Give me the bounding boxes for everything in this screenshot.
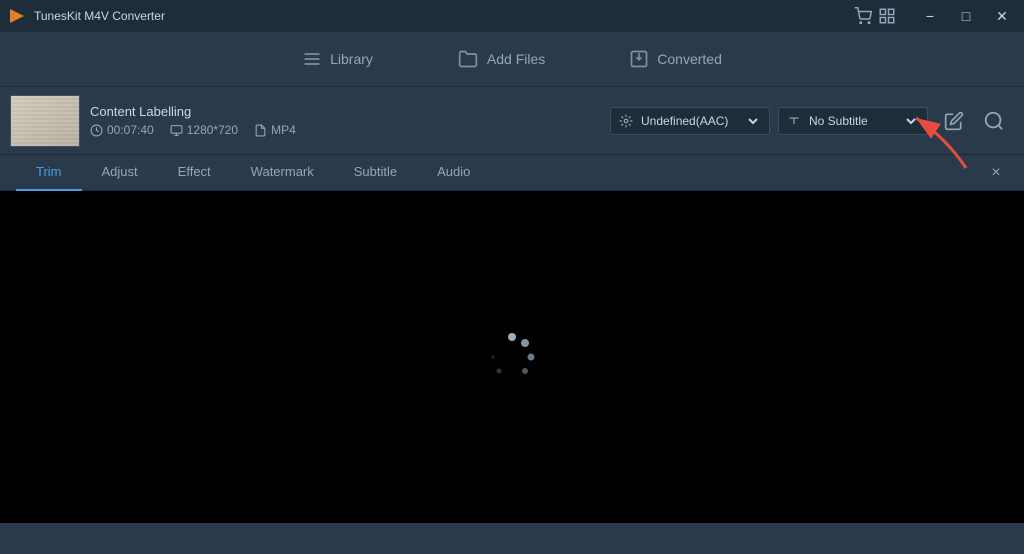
file-format: MP4: [254, 123, 296, 137]
tab-audio[interactable]: Audio: [417, 155, 490, 191]
search-icon: [983, 110, 1005, 132]
subtitle-select-wrapper[interactable]: No Subtitle: [778, 107, 928, 135]
maximize-button[interactable]: □: [952, 5, 980, 27]
tab-effect[interactable]: Effect: [158, 155, 231, 191]
clock-icon: [90, 124, 103, 137]
subtitle-dropdown[interactable]: No Subtitle: [805, 113, 919, 129]
tab-adjust[interactable]: Adjust: [82, 155, 158, 191]
app-logo-icon: [8, 7, 26, 25]
converted-icon: [629, 49, 649, 69]
video-thumbnail: [10, 95, 80, 147]
close-button[interactable]: ✕: [988, 5, 1016, 27]
file-name: Content Labelling: [90, 104, 600, 119]
tab-subtitle[interactable]: Subtitle: [334, 155, 417, 191]
file-settings: Undefined(AAC) No Subtitle: [610, 107, 928, 135]
title-bar: TunesKit M4V Converter − □ ✕: [0, 0, 1024, 32]
tabs: Trim Adjust Effect Watermark Subtitle Au…: [16, 155, 490, 191]
audio-icon: [619, 114, 633, 128]
edit-panel-header: Trim Adjust Effect Watermark Subtitle Au…: [0, 155, 1024, 191]
tab-trim[interactable]: Trim: [16, 155, 82, 191]
folder-icon: [457, 49, 479, 69]
nav-add-files-label: Add Files: [487, 51, 545, 67]
grid-icon[interactable]: [878, 7, 896, 25]
edit-icon: [944, 111, 964, 131]
edit-panel: Trim Adjust Effect Watermark Subtitle Au…: [0, 155, 1024, 523]
file-meta: 00:07:40 1280*720 MP4: [90, 123, 600, 137]
audio-dropdown[interactable]: Undefined(AAC): [637, 113, 761, 129]
file-duration: 00:07:40: [90, 123, 154, 137]
search-button[interactable]: [978, 105, 1010, 137]
nav-library-label: Library: [330, 51, 373, 67]
top-action-icons: [938, 105, 1014, 137]
file-info: Content Labelling 00:07:40 1280*720 MP4: [90, 104, 600, 137]
edit-button[interactable]: [938, 105, 970, 137]
library-icon: [302, 49, 322, 69]
subtitle-t-icon: [787, 114, 801, 128]
nav-library[interactable]: Library: [290, 41, 385, 77]
content-row: Content Labelling 00:07:40 1280*720 MP4: [0, 87, 1024, 155]
nav-bar: Library Add Files Converted: [0, 32, 1024, 87]
thumbnail-image: [11, 96, 79, 146]
nav-converted-label: Converted: [657, 51, 722, 67]
audio-select-wrapper[interactable]: Undefined(AAC): [610, 107, 770, 135]
nav-converted[interactable]: Converted: [617, 41, 734, 77]
cart-icon[interactable]: [854, 7, 872, 25]
title-bar-icons: [854, 7, 896, 25]
app-title: TunesKit M4V Converter: [34, 9, 165, 23]
file-resolution: 1280*720: [170, 123, 238, 137]
tab-watermark[interactable]: Watermark: [231, 155, 334, 191]
monitor-icon: [170, 124, 183, 137]
loading-spinner: [482, 327, 542, 387]
minimize-button[interactable]: −: [916, 5, 944, 27]
nav-add-files[interactable]: Add Files: [445, 41, 557, 77]
close-panel-button[interactable]: ×: [984, 161, 1008, 185]
file-icon: [254, 124, 267, 137]
video-preview-area: [0, 191, 1024, 523]
title-bar-left: TunesKit M4V Converter: [8, 7, 165, 25]
